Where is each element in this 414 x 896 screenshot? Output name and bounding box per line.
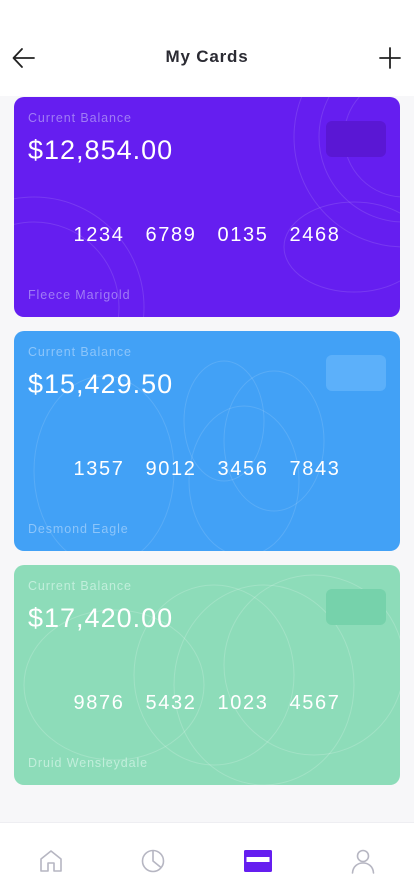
nav-cards[interactable] [244, 847, 272, 875]
add-card-button[interactable] [376, 44, 404, 72]
card-number-group: 6789 [145, 224, 197, 246]
nav-home[interactable] [37, 847, 65, 875]
nav-profile[interactable] [349, 847, 377, 875]
card-number-group: 7843 [289, 458, 341, 480]
card-balance: $17,420.00 [28, 603, 174, 633]
app-header: My Cards [0, 0, 414, 96]
card-number-group: 3456 [217, 458, 269, 480]
card-number-group: 9876 [73, 692, 125, 714]
card-number-group: 4567 [289, 692, 341, 714]
home-icon [40, 850, 62, 872]
card-balance: $15,429.50 [28, 369, 174, 399]
card-list: Current Balance $12,854.00 1234 6789 013… [14, 97, 400, 799]
credit-card-icon [244, 850, 272, 872]
card-number-group: 9012 [145, 458, 197, 480]
card-chip [326, 355, 386, 391]
card-number-group: 2468 [289, 224, 341, 246]
card-number-group: 5432 [145, 692, 197, 714]
card-number-group: 1357 [73, 458, 125, 480]
card-label: Current Balance [28, 579, 132, 593]
card-number-group: 0135 [217, 224, 269, 246]
nav-statistics[interactable] [139, 847, 167, 875]
card-chip [326, 121, 386, 157]
card-2[interactable]: Current Balance $15,429.50 1357 9012 345… [14, 331, 400, 551]
card-1[interactable]: Current Balance $12,854.00 1234 6789 013… [14, 97, 400, 317]
bottom-nav [0, 822, 414, 896]
card-number: 1234 6789 0135 2468 [14, 224, 400, 247]
card-number: 1357 9012 3456 7843 [14, 458, 400, 481]
plus-icon [379, 47, 401, 69]
card-number: 9876 5432 1023 4567 [14, 692, 400, 715]
card-balance: $12,854.00 [28, 135, 174, 165]
card-label: Current Balance [28, 345, 132, 359]
pie-chart-icon [141, 849, 165, 873]
card-chip [326, 589, 386, 625]
card-3[interactable]: Current Balance $17,420.00 9876 5432 102… [14, 565, 400, 785]
card-number-group: 1234 [73, 224, 125, 246]
card-label: Current Balance [28, 111, 132, 125]
page-title: My Cards [165, 47, 249, 66]
card-holder-name: Fleece Marigold [28, 288, 131, 302]
user-icon [351, 849, 375, 874]
card-number-group: 1023 [217, 692, 269, 714]
card-holder-name: Druid Wensleydale [28, 756, 148, 770]
card-holder-name: Desmond Eagle [28, 522, 129, 536]
